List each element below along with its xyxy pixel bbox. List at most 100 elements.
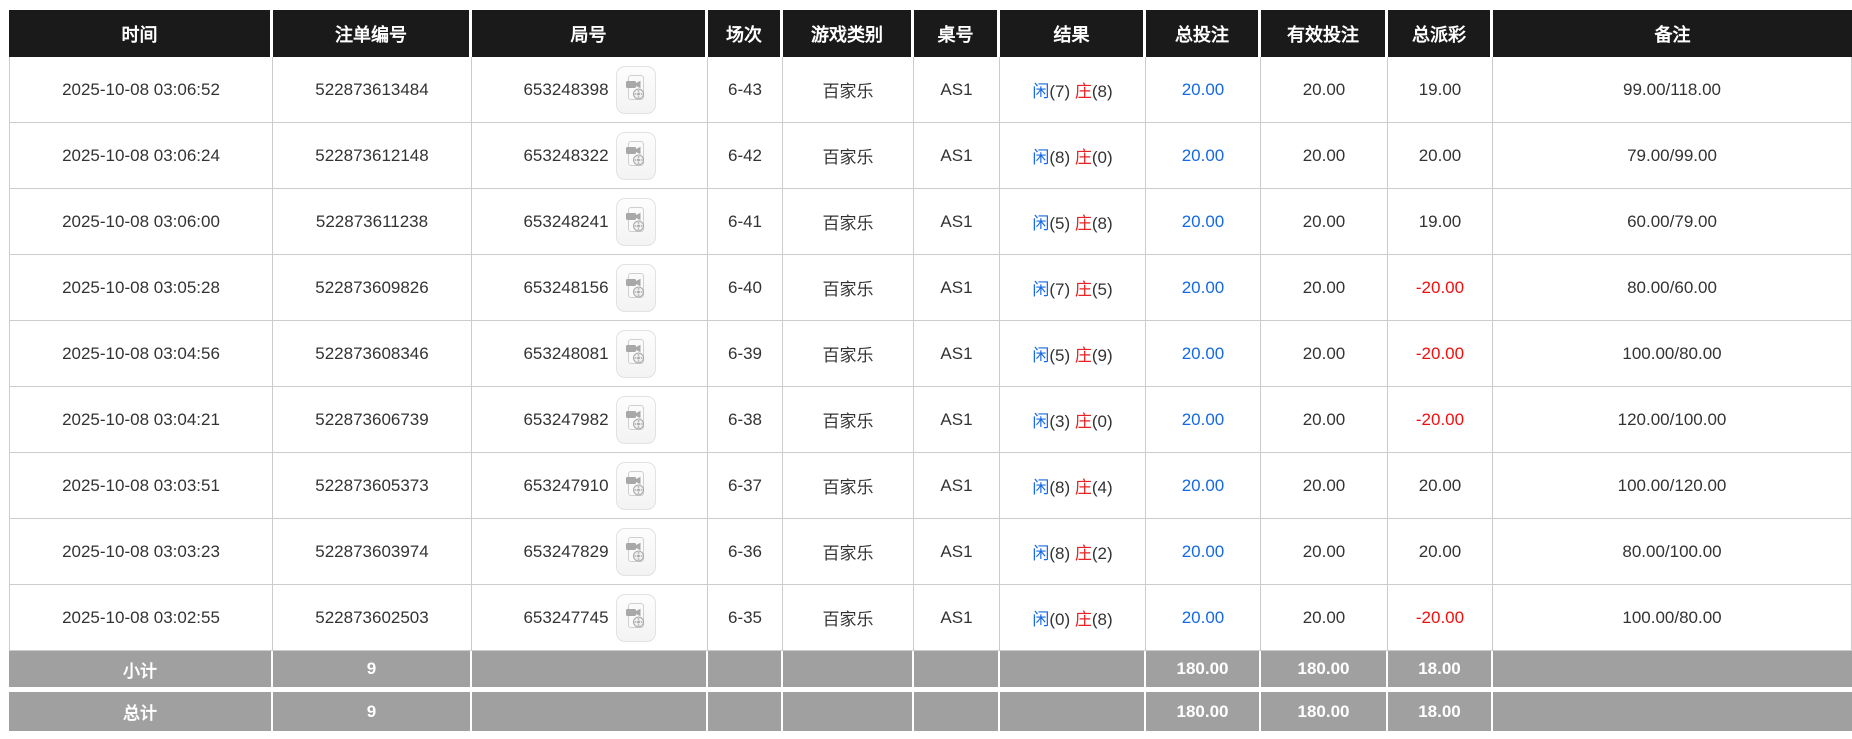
round-cell: 653248398: [472, 57, 708, 123]
remark: 100.00/80.00: [1493, 321, 1852, 387]
total-bet-link[interactable]: 20.00: [1182, 410, 1225, 429]
session-number: 6-43: [708, 57, 783, 123]
video-replay-button[interactable]: [615, 395, 656, 444]
video-replay-icon: [624, 140, 648, 171]
session-number: 6-40: [708, 255, 783, 321]
total-bet-cell: 20.00: [1146, 189, 1261, 255]
bet-id: 522873613484: [273, 57, 472, 123]
result-player-label: 闲: [1032, 412, 1050, 431]
payout: 20.00: [1388, 519, 1493, 585]
subtotal-row-empty-cell: [708, 651, 783, 692]
column-header-valid_bet: 有效投注: [1261, 10, 1388, 57]
result-player-points: (7): [1049, 82, 1071, 101]
result-banker-points: (0): [1091, 148, 1113, 167]
column-header-time: 时间: [9, 10, 273, 57]
result-player-label: 闲: [1032, 544, 1050, 563]
result-player-points: (8): [1049, 544, 1071, 563]
remark: 100.00/80.00: [1493, 585, 1852, 651]
table-number: AS1: [914, 519, 1000, 585]
video-replay-icon: [624, 404, 648, 435]
column-header-table_no: 桌号: [914, 10, 1000, 57]
table-row: 2025-10-08 03:06:00 522873611238 653248241…: [9, 189, 1852, 255]
video-replay-button[interactable]: [615, 461, 656, 510]
grandtotal-row-empty-cell: [1493, 692, 1852, 731]
valid-bet: 20.00: [1261, 57, 1388, 123]
valid-bet: 20.00: [1261, 519, 1388, 585]
table-number: AS1: [914, 321, 1000, 387]
table-number: AS1: [914, 189, 1000, 255]
session-number: 6-35: [708, 585, 783, 651]
valid-bet: 20.00: [1261, 255, 1388, 321]
round-id: 653247829: [523, 541, 609, 561]
result-player-points: (5): [1049, 214, 1071, 233]
table-number: AS1: [914, 57, 1000, 123]
total-bet-link[interactable]: 20.00: [1182, 476, 1225, 495]
grandtotal-row-total-bet: 180.00: [1146, 692, 1261, 731]
total-bet-cell: 20.00: [1146, 255, 1261, 321]
column-header-payout: 总派彩: [1388, 10, 1493, 57]
bet-id: 522873612148: [273, 123, 472, 189]
subtotal-row-empty-cell: [783, 651, 914, 692]
video-replay-button[interactable]: [615, 527, 656, 576]
result-banker-points: (4): [1091, 478, 1113, 497]
payout: 19.00: [1388, 189, 1493, 255]
table-body: 2025-10-08 03:06:52 522873613484 653248398…: [9, 57, 1852, 651]
result-player-points: (8): [1049, 478, 1071, 497]
remark: 80.00/60.00: [1493, 255, 1852, 321]
video-replay-button[interactable]: [615, 65, 656, 114]
round-cell: 653248081: [472, 321, 708, 387]
session-number: 6-37: [708, 453, 783, 519]
subtotal-row-valid-bet: 180.00: [1261, 651, 1388, 692]
result-banker-label: 庄: [1074, 544, 1092, 563]
subtotal-row-payout: 18.00: [1388, 651, 1493, 692]
payout: 20.00: [1388, 123, 1493, 189]
result-cell: 闲(0) 庄(8): [1000, 585, 1146, 651]
table-number: AS1: [914, 387, 1000, 453]
bet-time: 2025-10-08 03:04:21: [9, 387, 273, 453]
result-cell: 闲(5) 庄(8): [1000, 189, 1146, 255]
bet-time: 2025-10-08 03:02:55: [9, 585, 273, 651]
remark: 99.00/118.00: [1493, 57, 1852, 123]
result-banker-label: 庄: [1074, 346, 1092, 365]
grandtotal-row-valid-bet: 180.00: [1261, 692, 1388, 731]
bet-time: 2025-10-08 03:03:51: [9, 453, 273, 519]
payout: -20.00: [1388, 387, 1493, 453]
grandtotal-row-empty-cell: [783, 692, 914, 731]
grandtotal-row: 总计 9 180.00 180.00 18.00: [9, 692, 1852, 731]
total-bet-link[interactable]: 20.00: [1182, 542, 1225, 561]
bet-time: 2025-10-08 03:03:23: [9, 519, 273, 585]
round-id: 653248322: [523, 145, 609, 165]
total-bet-link[interactable]: 20.00: [1182, 80, 1225, 99]
result-player-points: (8): [1049, 148, 1071, 167]
subtotal-row-label: 小计: [9, 651, 273, 692]
bet-time: 2025-10-08 03:06:00: [9, 189, 273, 255]
total-bet-link[interactable]: 20.00: [1182, 278, 1225, 297]
payout: 19.00: [1388, 57, 1493, 123]
remark: 100.00/120.00: [1493, 453, 1852, 519]
video-replay-button[interactable]: [615, 593, 656, 642]
game-type: 百家乐: [783, 585, 914, 651]
total-bet-link[interactable]: 20.00: [1182, 344, 1225, 363]
total-bet-link[interactable]: 20.00: [1182, 608, 1225, 627]
payout: -20.00: [1388, 255, 1493, 321]
total-bet-link[interactable]: 20.00: [1182, 146, 1225, 165]
table-row: 2025-10-08 03:06:52 522873613484 653248398…: [9, 57, 1852, 123]
video-replay-icon: [624, 602, 648, 633]
video-replay-button[interactable]: [615, 197, 656, 246]
video-replay-button[interactable]: [615, 263, 656, 312]
result-player-label: 闲: [1032, 346, 1050, 365]
round-id: 653247982: [523, 409, 609, 429]
video-replay-button[interactable]: [615, 131, 656, 180]
result-player-label: 闲: [1032, 280, 1050, 299]
column-header-remark: 备注: [1493, 10, 1852, 57]
valid-bet: 20.00: [1261, 321, 1388, 387]
round-cell: 653247745: [472, 585, 708, 651]
bet-id: 522873606739: [273, 387, 472, 453]
subtotal-row-empty-cell: [472, 651, 708, 692]
bet-id: 522873603974: [273, 519, 472, 585]
total-bet-link[interactable]: 20.00: [1182, 212, 1225, 231]
result-banker-label: 庄: [1074, 214, 1092, 233]
subtotal-row-empty-cell: [914, 651, 1000, 692]
video-replay-button[interactable]: [615, 329, 656, 378]
round-cell: 653248241: [472, 189, 708, 255]
